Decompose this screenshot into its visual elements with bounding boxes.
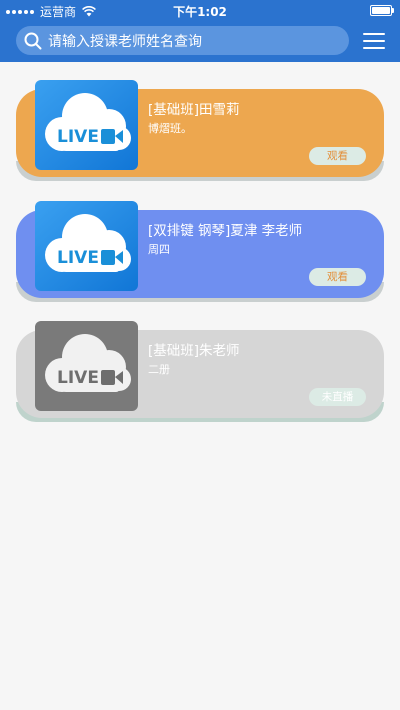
live-thumbnail: LIVE xyxy=(35,80,138,170)
live-label: LIVE xyxy=(57,127,99,147)
course-subtitle: 周四 xyxy=(148,243,170,256)
search-input[interactable]: 请输入授课老师姓名查询 xyxy=(16,26,349,55)
course-subtitle: 二册 xyxy=(148,363,170,376)
watch-button[interactable]: 观看 xyxy=(309,268,366,286)
course-card[interactable]: LIVE [基础班]朱老师 二册 未直播 xyxy=(16,321,384,422)
course-card[interactable]: LIVE [基础班]田雪莉 博熠班。 观看 xyxy=(16,80,384,181)
live-label: LIVE xyxy=(57,248,99,268)
course-title: [双排键 钢琴]夏津 李老师 xyxy=(148,223,303,239)
watch-button[interactable]: 观看 xyxy=(309,147,366,165)
live-thumbnail: LIVE xyxy=(35,201,138,291)
live-thumbnail: LIVE xyxy=(35,321,138,411)
course-card[interactable]: LIVE [双排键 钢琴]夏津 李老师 周四 观看 xyxy=(16,201,384,302)
search-placeholder: 请输入授课老师姓名查询 xyxy=(48,33,202,50)
not-live-button[interactable]: 未直播 xyxy=(309,388,366,406)
course-title: [基础班]朱老师 xyxy=(148,343,240,359)
app-header: 运营商 下午1:02 请输入授课老师姓名查询 xyxy=(0,0,400,62)
course-title: [基础班]田雪莉 xyxy=(148,102,240,118)
search-icon xyxy=(24,32,42,49)
battery-icon xyxy=(370,5,394,16)
status-time: 下午1:02 xyxy=(173,5,227,19)
live-label: LIVE xyxy=(57,368,99,388)
hamburger-menu-icon[interactable] xyxy=(363,33,385,49)
course-subtitle: 博熠班。 xyxy=(148,122,192,135)
status-bar: 运营商 下午1:02 xyxy=(0,0,400,20)
